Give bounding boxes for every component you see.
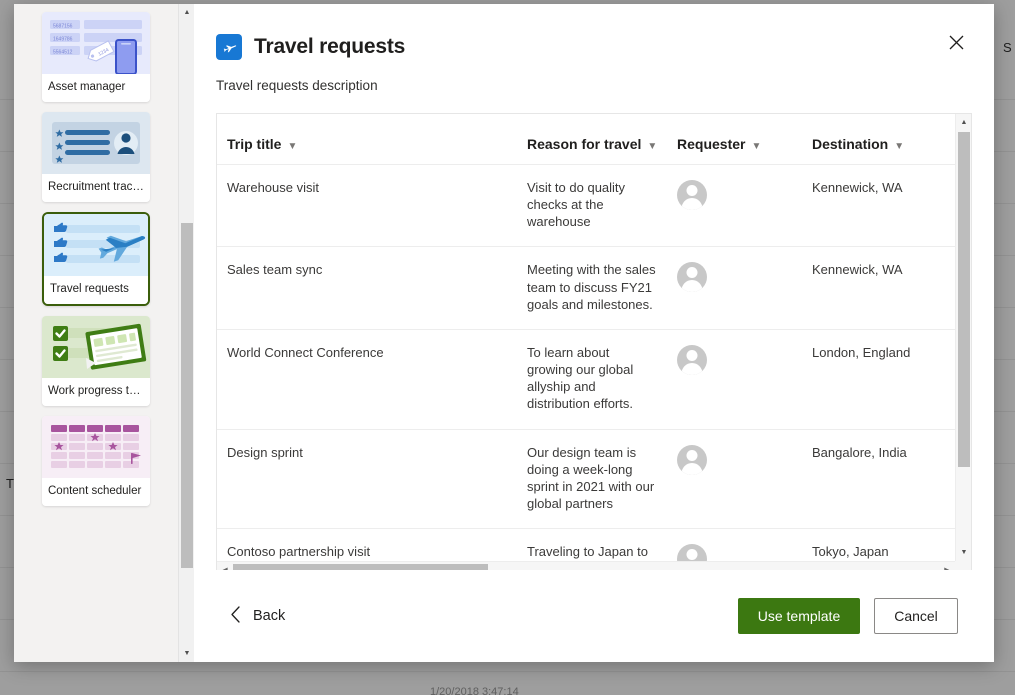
triangle-down-icon[interactable]: ▼ <box>956 544 971 561</box>
dialog-footer: Back Use template Cancel <box>194 570 994 662</box>
cell-trip-title: Contoso partnership visit <box>217 528 517 561</box>
template-card-label: Work progress tra... <box>42 378 150 406</box>
column-header-requester[interactable]: Requester ▼ <box>667 114 802 165</box>
chevron-left-icon <box>230 605 241 627</box>
template-card-label: Asset manager <box>42 74 150 102</box>
cell-reason: Traveling to Japan to strengthen our par… <box>517 528 667 561</box>
template-list: 5687156 1649786 5564512 1234 Asset manag… <box>14 4 178 662</box>
triangle-down-icon[interactable]: ▼ <box>179 645 195 662</box>
table-row[interactable]: Sales team sync Meeting with the sales t… <box>217 246 955 330</box>
table-vertical-scrollbar[interactable]: ▲ ▼ <box>955 114 971 561</box>
table-row[interactable]: Warehouse visit Visit to do quality chec… <box>217 164 955 248</box>
cell-destination: Kennewick, WA <box>802 246 955 330</box>
cell-requester <box>667 528 802 561</box>
person-avatar <box>677 544 707 561</box>
triangle-up-icon[interactable]: ▲ <box>956 114 971 131</box>
template-rail: 5687156 1649786 5564512 1234 Asset manag… <box>14 4 194 662</box>
person-avatar <box>677 344 707 375</box>
back-button-label: Back <box>253 608 286 624</box>
table-viewport: Trip title ▼ Reason for travel ▼ Requester… <box>217 114 955 561</box>
template-card-label: Content scheduler <box>42 478 150 506</box>
column-header-reason-for-travel[interactable]: Reason for travel ▼ <box>517 114 667 165</box>
cell-requester <box>667 164 802 248</box>
table-row[interactable]: Contoso partnership visit Traveling to J… <box>217 528 955 561</box>
template-picker-dialog: 5687156 1649786 5564512 1234 Asset manag… <box>14 4 994 662</box>
footer-actions: Use template Cancel <box>738 598 958 634</box>
cell-destination: Tokyo, Japan <box>802 528 955 561</box>
cell-trip-title: Sales team sync <box>217 246 517 330</box>
column-header-trip-title[interactable]: Trip title ▼ <box>217 114 517 165</box>
cell-reason: Visit to do quality checks at the wareho… <box>517 164 667 248</box>
person-avatar <box>677 180 707 210</box>
table-row[interactable]: World Connect Conference To learn about … <box>217 329 955 430</box>
cell-destination: Kennewick, WA <box>802 164 955 248</box>
content-scheduler-thumb <box>42 416 150 478</box>
page-title: Travel requests <box>254 35 406 58</box>
chevron-down-icon[interactable]: ▼ <box>647 141 657 152</box>
cell-trip-title: Warehouse visit <box>217 164 517 248</box>
svg-text:5687156: 5687156 <box>53 24 73 30</box>
person-avatar <box>677 262 707 293</box>
chevron-down-icon[interactable]: ▼ <box>751 141 761 152</box>
template-preview-table: Trip title ▼ Reason for travel ▼ Requester… <box>216 113 972 578</box>
column-header-label: Requester <box>677 136 746 152</box>
chevron-down-icon[interactable]: ▼ <box>894 141 904 152</box>
column-header-label: Destination <box>812 136 889 152</box>
cancel-button[interactable]: Cancel <box>874 598 958 634</box>
cell-destination: Bangalore, India <box>802 429 955 530</box>
column-header-destination[interactable]: Destination ▼ <box>802 114 955 165</box>
scrollbar-thumb[interactable] <box>958 132 970 467</box>
cell-trip-title: World Connect Conference <box>217 329 517 430</box>
dialog-header: Travel requests <box>194 4 994 60</box>
travel-requests-thumb <box>44 214 148 276</box>
template-card-asset-manager[interactable]: 5687156 1649786 5564512 1234 Asset manag… <box>42 12 150 102</box>
preview-grid: Trip title ▼ Reason for travel ▼ Requester… <box>217 114 955 561</box>
use-template-button[interactable]: Use template <box>738 598 860 634</box>
cell-reason: Meeting with the sales team to discuss F… <box>517 246 667 330</box>
airplane-icon <box>216 34 242 60</box>
cell-requester <box>667 246 802 330</box>
recruitment-tracker-thumb <box>42 112 150 174</box>
template-card-work-progress-tracker[interactable]: Work progress tra... <box>42 316 150 406</box>
work-progress-tracker-thumb <box>42 316 150 378</box>
cell-requester <box>667 429 802 530</box>
triangle-up-icon[interactable]: ▲ <box>179 4 195 21</box>
cell-reason: Our design team is doing a week-long spr… <box>517 429 667 530</box>
column-header-label: Trip title <box>227 136 282 152</box>
cell-requester <box>667 329 802 430</box>
column-header-label: Reason for travel <box>527 136 642 152</box>
scrollbar-thumb[interactable] <box>181 223 193 568</box>
template-card-travel-requests[interactable]: Travel requests <box>42 212 150 306</box>
template-card-label: Recruitment tracker <box>42 174 150 202</box>
close-icon[interactable] <box>940 26 972 58</box>
template-card-content-scheduler[interactable]: Content scheduler <box>42 416 150 506</box>
cell-trip-title: Design sprint <box>217 429 517 530</box>
template-rail-scrollbar[interactable]: ▲ ▼ <box>178 4 194 662</box>
template-card-label: Travel requests <box>44 276 148 304</box>
svg-text:5564512: 5564512 <box>53 50 73 56</box>
table-row[interactable]: Design sprint Our design team is doing a… <box>217 429 955 530</box>
table-header-row: Trip title ▼ Reason for travel ▼ Requester… <box>217 114 955 165</box>
asset-manager-thumb: 5687156 1649786 5564512 1234 <box>42 12 150 74</box>
chevron-down-icon[interactable]: ▼ <box>287 141 297 152</box>
person-avatar <box>677 444 707 475</box>
template-description: Travel requests description <box>216 78 378 93</box>
cell-reason: To learn about growing our global allysh… <box>517 329 667 430</box>
cell-destination: London, England <box>802 329 955 430</box>
template-detail-pane: Travel requests Travel requests descript… <box>194 4 994 662</box>
back-button[interactable]: Back <box>222 600 293 633</box>
template-card-recruitment-tracker[interactable]: Recruitment tracker <box>42 112 150 202</box>
svg-text:1649786: 1649786 <box>53 37 73 43</box>
